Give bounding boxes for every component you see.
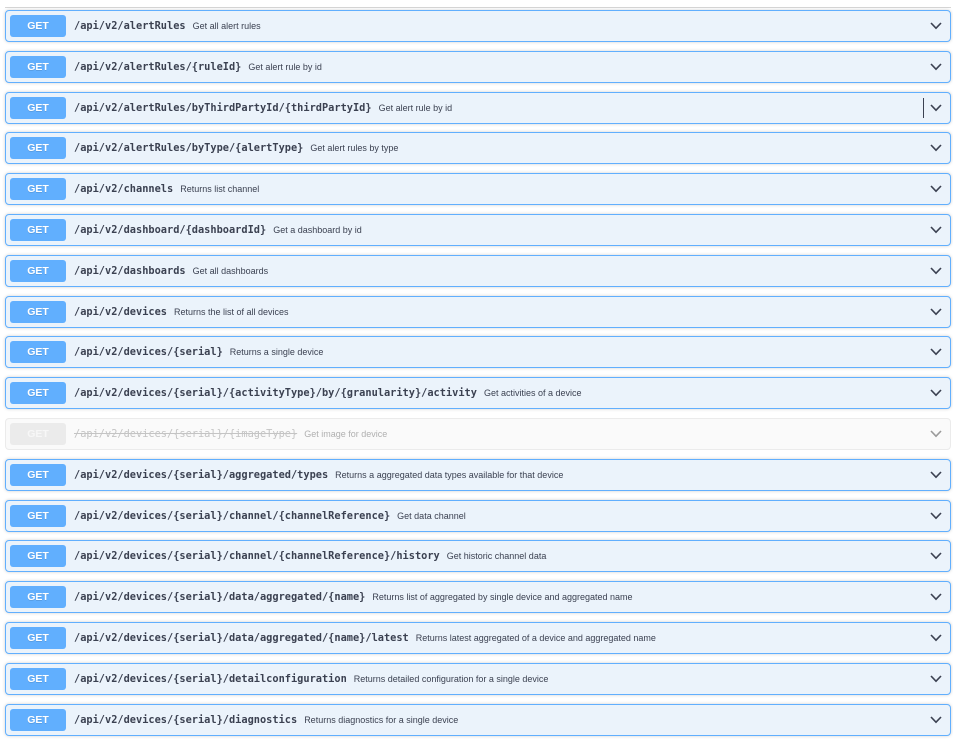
- section-divider: [5, 7, 951, 8]
- opblock-get[interactable]: GET /api/v2/channels Returns list channe…: [5, 173, 951, 206]
- chevron-down-icon[interactable]: [929, 60, 943, 74]
- method-badge[interactable]: GET: [10, 137, 66, 160]
- method-badge[interactable]: GET: [10, 382, 66, 405]
- endpoint-path[interactable]: /api/v2/alertRules: [74, 20, 186, 32]
- endpoint-summary: Get all dashboards: [192, 265, 269, 276]
- opblock-get[interactable]: GET /api/v2/devices/{serial}/diagnostics…: [5, 703, 951, 736]
- endpoint-summary: Returns list channel: [180, 184, 260, 195]
- endpoint-summary: Returns detailed configuration for a sin…: [353, 673, 549, 684]
- opblock-get[interactable]: GET /api/v2/devices/{serial}/data/aggreg…: [5, 621, 951, 654]
- chevron-down-icon[interactable]: [929, 549, 943, 563]
- endpoint-path[interactable]: /api/v2/alertRules/byType/{alertType}: [74, 142, 303, 154]
- chevron-down-icon[interactable]: [929, 141, 943, 155]
- method-badge[interactable]: GET: [10, 259, 66, 282]
- method-badge[interactable]: GET: [10, 463, 66, 486]
- endpoint-summary: Get alert rules by type: [310, 143, 399, 154]
- chevron-down-icon[interactable]: [929, 672, 943, 686]
- endpoint-path[interactable]: /api/v2/devices: [74, 306, 167, 318]
- chevron-down-icon[interactable]: [929, 590, 943, 604]
- endpoint-path[interactable]: /api/v2/devices/{serial}: [74, 346, 223, 358]
- chevron-down-icon[interactable]: [929, 305, 943, 319]
- method-badge[interactable]: GET: [10, 96, 66, 119]
- opblock-get[interactable]: GET /api/v2/dashboards Get all dashboard…: [5, 254, 951, 287]
- chevron-down-icon[interactable]: [929, 345, 943, 359]
- method-badge[interactable]: GET: [10, 55, 66, 78]
- endpoint-summary: Get alert rule by id: [378, 102, 453, 113]
- opblock-get-deprecated[interactable]: GET /api/v2/devices/{serial}/{imageType}…: [5, 417, 951, 450]
- endpoint-path[interactable]: /api/v2/devices/{serial}/data/aggregated…: [74, 591, 365, 603]
- opblock-get[interactable]: GET /api/v2/alertRules/byType/{alertType…: [5, 132, 951, 165]
- chevron-down-icon[interactable]: [929, 631, 943, 645]
- chevron-down-icon[interactable]: [929, 19, 943, 33]
- opblock-get[interactable]: GET /api/v2/devices/{serial}/channel/{ch…: [5, 499, 951, 532]
- opblock-get[interactable]: GET /api/v2/devices/{serial}/data/aggreg…: [5, 581, 951, 614]
- endpoint-path[interactable]: /api/v2/dashboards: [74, 265, 186, 277]
- method-badge[interactable]: GET: [10, 422, 66, 445]
- method-badge[interactable]: GET: [10, 708, 66, 731]
- opblock-get[interactable]: GET /api/v2/devices/{serial}/aggregated/…: [5, 458, 951, 491]
- endpoint-path[interactable]: /api/v2/devices/{serial}/diagnostics: [74, 714, 297, 726]
- opblock-get[interactable]: GET /api/v2/devices/{serial}/channel/{ch…: [5, 540, 951, 573]
- chevron-down-icon[interactable]: [929, 101, 943, 115]
- method-badge[interactable]: GET: [10, 667, 66, 690]
- endpoint-summary: Get activities of a device: [483, 388, 582, 399]
- chevron-down-icon[interactable]: [929, 223, 943, 237]
- operations-list: GET /api/v2/alertRules Get all alert rul…: [5, 10, 951, 744]
- endpoint-path[interactable]: /api/v2/devices/{serial}/channel/{channe…: [74, 510, 390, 522]
- opblock-get[interactable]: GET /api/v2/alertRules/{ruleId} Get aler…: [5, 50, 951, 83]
- chevron-down-icon[interactable]: [929, 182, 943, 196]
- endpoint-path[interactable]: /api/v2/alertRules/{ruleId}: [74, 61, 241, 73]
- chevron-down-icon[interactable]: [929, 427, 943, 441]
- opblock-get[interactable]: GET /api/v2/devices Returns the list of …: [5, 295, 951, 328]
- method-badge[interactable]: GET: [10, 586, 66, 609]
- method-badge[interactable]: GET: [10, 504, 66, 527]
- chevron-down-icon[interactable]: [929, 264, 943, 278]
- endpoint-summary: Get alert rule by id: [248, 61, 322, 72]
- endpoint-summary: Returns list of aggregated by single dev…: [372, 592, 633, 603]
- endpoint-summary: Get image for device: [304, 428, 388, 439]
- endpoint-summary: Get a dashboard by id: [273, 224, 362, 235]
- endpoint-path[interactable]: /api/v2/devices/{serial}/channel/{channe…: [74, 550, 440, 562]
- opblock-get[interactable]: GET /api/v2/dashboard/{dashboardId} Get …: [5, 213, 951, 246]
- endpoint-path[interactable]: /api/v2/devices/{serial}/{imageType}: [74, 428, 297, 440]
- opblock-get[interactable]: GET /api/v2/devices/{serial} Returns a s…: [5, 336, 951, 369]
- endpoint-summary: Returns latest aggregated of a device an…: [415, 632, 656, 643]
- method-badge[interactable]: GET: [10, 626, 66, 649]
- endpoint-path[interactable]: /api/v2/devices/{serial}/{activityType}/…: [74, 387, 477, 399]
- method-badge[interactable]: GET: [10, 300, 66, 323]
- endpoint-summary: Get historic channel data: [446, 551, 547, 562]
- endpoint-path[interactable]: /api/v2/devices/{serial}/aggregated/type…: [74, 469, 328, 481]
- endpoint-path[interactable]: /api/v2/dashboard/{dashboardId}: [74, 224, 266, 236]
- chevron-down-icon[interactable]: [929, 713, 943, 727]
- opblock-get[interactable]: GET /api/v2/alertRules Get all alert rul…: [5, 10, 951, 42]
- opblock-get[interactable]: GET /api/v2/devices/{serial}/detailconfi…: [5, 662, 951, 695]
- endpoint-summary: Returns diagnostics for a single device: [304, 714, 459, 725]
- endpoint-summary: Returns a aggregated data types availabl…: [335, 469, 564, 480]
- chevron-down-icon[interactable]: [929, 509, 943, 523]
- endpoint-summary: Returns the list of all devices: [174, 306, 289, 317]
- method-badge[interactable]: GET: [10, 341, 66, 364]
- method-badge[interactable]: GET: [10, 178, 66, 201]
- endpoint-path[interactable]: /api/v2/devices/{serial}/detailconfigura…: [74, 673, 347, 685]
- method-badge[interactable]: GET: [10, 218, 66, 241]
- chevron-down-icon[interactable]: [929, 468, 943, 482]
- method-badge[interactable]: GET: [10, 545, 66, 568]
- opblock-get[interactable]: GET /api/v2/alertRules/byThirdPartyId/{t…: [5, 91, 951, 124]
- chevron-down-icon[interactable]: [929, 386, 943, 400]
- method-badge[interactable]: GET: [10, 15, 66, 37]
- endpoint-path[interactable]: /api/v2/devices/{serial}/data/aggregated…: [74, 632, 409, 644]
- endpoint-path[interactable]: /api/v2/alertRules/byThirdPartyId/{third…: [74, 102, 372, 114]
- endpoint-summary: Get data channel: [397, 510, 466, 521]
- endpoint-path[interactable]: /api/v2/channels: [74, 183, 173, 195]
- endpoint-summary: Returns a single device: [229, 347, 324, 358]
- focus-indicator: [923, 97, 924, 118]
- endpoint-summary: Get all alert rules: [192, 21, 261, 31]
- opblock-get[interactable]: GET /api/v2/devices/{serial}/{activityTy…: [5, 377, 951, 410]
